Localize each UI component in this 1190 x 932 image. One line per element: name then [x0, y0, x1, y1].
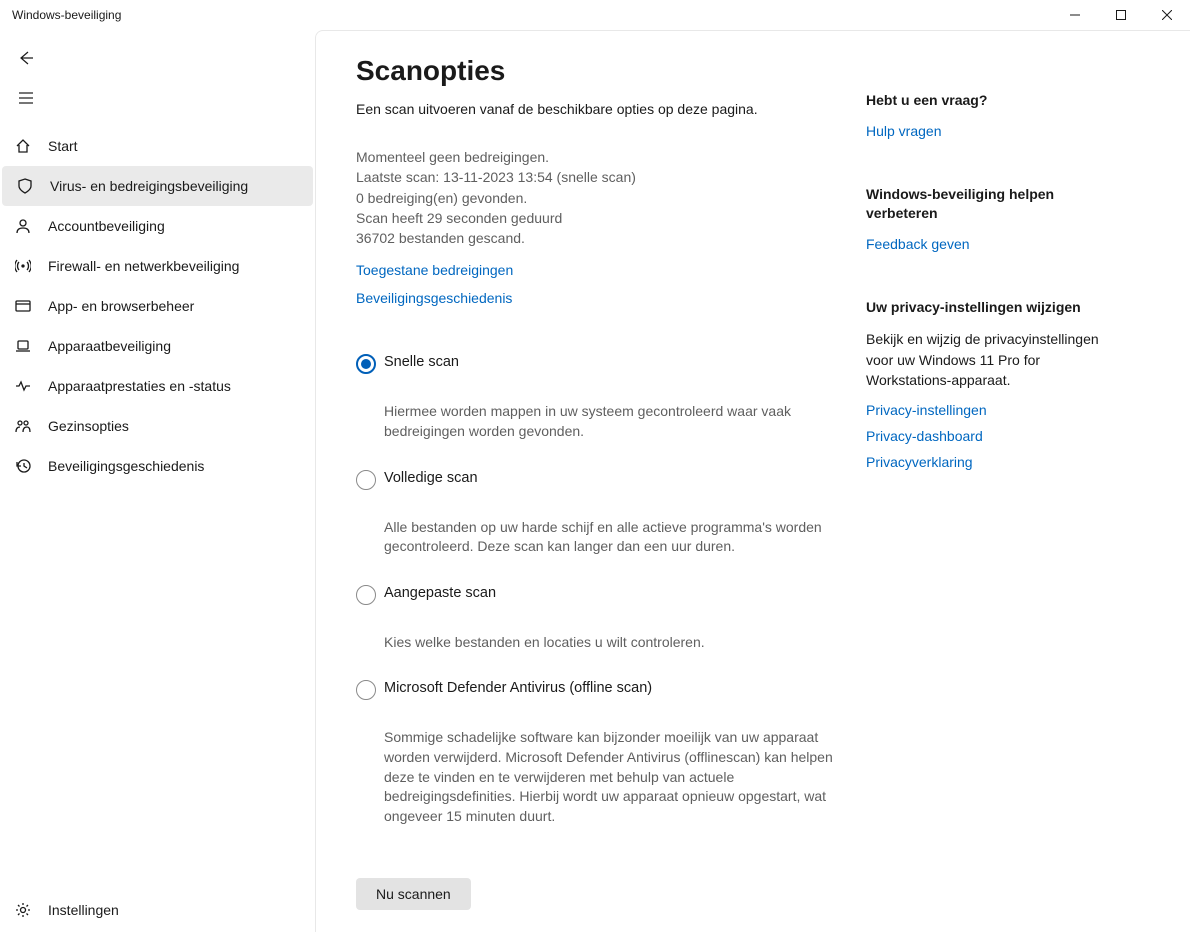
radio-full-scan[interactable]: Volledige scan	[356, 470, 846, 490]
status-line: Momenteel geen bedreigingen.	[356, 147, 846, 167]
window-title: Windows-beveiliging	[12, 8, 1052, 22]
status-line: Laatste scan: 13-11-2023 13:54 (snelle s…	[356, 167, 846, 187]
radio-indicator	[356, 680, 376, 700]
minimize-button[interactable]	[1052, 0, 1098, 30]
sidebar-item-settings[interactable]: Instellingen	[0, 890, 315, 930]
sidebar-item-label: Beveiligingsgeschiedenis	[48, 458, 204, 474]
sidebar-item-start[interactable]: Start	[0, 126, 315, 166]
window-controls	[1052, 0, 1190, 30]
page-subtitle: Een scan uitvoeren vanaf de beschikbare …	[356, 101, 846, 117]
people-icon	[14, 417, 32, 435]
sidebar-item-label: Instellingen	[48, 902, 119, 918]
sidebar-bottom: Instellingen	[0, 890, 315, 932]
sidebar-item-label: Start	[48, 138, 78, 154]
status-line: Scan heeft 29 seconden geduurd	[356, 208, 846, 228]
sidebar-item-account[interactable]: Accountbeveiliging	[0, 206, 315, 246]
hamburger-button[interactable]	[6, 78, 46, 118]
side-heading: Windows-beveiliging helpen verbeteren	[866, 185, 1126, 224]
radio-desc: Hiermee worden mappen in uw systeem geco…	[384, 402, 846, 441]
sidebar-top-icons	[0, 38, 315, 118]
sidebar-item-family[interactable]: Gezinsopties	[0, 406, 315, 446]
link-get-help[interactable]: Hulp vragen	[866, 123, 1126, 139]
sidebar: Start Virus- en bedreigingsbeveiliging A…	[0, 30, 315, 932]
content-main: Scanopties Een scan uitvoeren vanaf de b…	[356, 55, 866, 932]
radio-label: Snelle scan	[384, 354, 459, 370]
side-privacy: Uw privacy-instellingen wijzigen Bekijk …	[866, 298, 1126, 470]
page-title: Scanopties	[356, 55, 846, 87]
status-block: Momenteel geen bedreigingen. Laatste sca…	[356, 147, 846, 248]
sidebar-item-label: Virus- en bedreigingsbeveiliging	[50, 178, 248, 194]
scan-options: Snelle scan Hiermee worden mappen in uw …	[356, 354, 846, 910]
sidebar-item-label: Accountbeveiliging	[48, 218, 165, 234]
link-give-feedback[interactable]: Feedback geven	[866, 236, 1126, 252]
back-button[interactable]	[6, 38, 46, 78]
laptop-icon	[14, 337, 32, 355]
radio-desc: Sommige schadelijke software kan bijzond…	[384, 728, 846, 826]
main-layout: Start Virus- en bedreigingsbeveiliging A…	[0, 30, 1190, 932]
radio-indicator	[356, 585, 376, 605]
side-heading: Uw privacy-instellingen wijzigen	[866, 298, 1126, 318]
status-line: 36702 bestanden gescand.	[356, 228, 846, 248]
radio-wrap-custom: Aangepaste scan Kies welke bestanden en …	[356, 585, 846, 653]
content-area: Scanopties Een scan uitvoeren vanaf de b…	[315, 30, 1190, 932]
sidebar-item-device-security[interactable]: Apparaatbeveiliging	[0, 326, 315, 366]
window-icon	[14, 297, 32, 315]
history-icon	[14, 457, 32, 475]
maximize-button[interactable]	[1098, 0, 1144, 30]
sidebar-item-app-browser[interactable]: App- en browserbeheer	[0, 286, 315, 326]
radio-indicator	[356, 354, 376, 374]
link-allowed-threats[interactable]: Toegestane bedreigingen	[356, 262, 846, 278]
link-privacy-settings[interactable]: Privacy-instellingen	[866, 402, 1126, 418]
titlebar: Windows-beveiliging	[0, 0, 1190, 30]
radio-wrap-offline: Microsoft Defender Antivirus (offline sc…	[356, 680, 846, 826]
radio-desc: Kies welke bestanden en locaties u wilt …	[384, 633, 846, 653]
side-text: Bekijk en wijzig de privacyinstellingen …	[866, 329, 1126, 390]
person-icon	[14, 217, 32, 235]
status-line: 0 bedreiging(en) gevonden.	[356, 188, 846, 208]
antenna-icon	[14, 257, 32, 275]
sidebar-item-virus[interactable]: Virus- en bedreigingsbeveiliging	[2, 166, 313, 206]
sidebar-item-device-health[interactable]: Apparaatprestaties en -status	[0, 366, 315, 406]
sidebar-items: Start Virus- en bedreigingsbeveiliging A…	[0, 126, 315, 890]
radio-label: Microsoft Defender Antivirus (offline sc…	[384, 680, 652, 696]
sidebar-item-label: Firewall- en netwerkbeveiliging	[48, 258, 239, 274]
sidebar-item-history[interactable]: Beveiligingsgeschiedenis	[0, 446, 315, 486]
radio-offline-scan[interactable]: Microsoft Defender Antivirus (offline sc…	[356, 680, 846, 700]
side-heading: Hebt u een vraag?	[866, 91, 1126, 111]
radio-indicator	[356, 470, 376, 490]
radio-label: Volledige scan	[384, 470, 478, 486]
radio-wrap-full: Volledige scan Alle bestanden op uw hard…	[356, 470, 846, 557]
link-protection-history[interactable]: Beveiligingsgeschiedenis	[356, 290, 846, 306]
radio-quick-scan[interactable]: Snelle scan	[356, 354, 846, 374]
heart-icon	[14, 377, 32, 395]
content-side: Hebt u een vraag? Hulp vragen Windows-be…	[866, 55, 1126, 932]
home-icon	[14, 137, 32, 155]
radio-label: Aangepaste scan	[384, 585, 496, 601]
radio-custom-scan[interactable]: Aangepaste scan	[356, 585, 846, 605]
sidebar-item-label: Apparaatbeveiliging	[48, 338, 171, 354]
shield-icon	[16, 177, 34, 195]
sidebar-item-label: Apparaatprestaties en -status	[48, 378, 231, 394]
side-improve: Windows-beveiliging helpen verbeteren Fe…	[866, 185, 1126, 252]
sidebar-item-firewall[interactable]: Firewall- en netwerkbeveiliging	[0, 246, 315, 286]
link-privacy-statement[interactable]: Privacyverklaring	[866, 454, 1126, 470]
radio-desc: Alle bestanden op uw harde schijf en all…	[384, 518, 846, 557]
side-help: Hebt u een vraag? Hulp vragen	[866, 91, 1126, 139]
link-privacy-dashboard[interactable]: Privacy-dashboard	[866, 428, 1126, 444]
sidebar-item-label: Gezinsopties	[48, 418, 129, 434]
scan-now-button[interactable]: Nu scannen	[356, 878, 471, 910]
gear-icon	[14, 901, 32, 919]
close-button[interactable]	[1144, 0, 1190, 30]
sidebar-item-label: App- en browserbeheer	[48, 298, 194, 314]
radio-wrap-quick: Snelle scan Hiermee worden mappen in uw …	[356, 354, 846, 441]
